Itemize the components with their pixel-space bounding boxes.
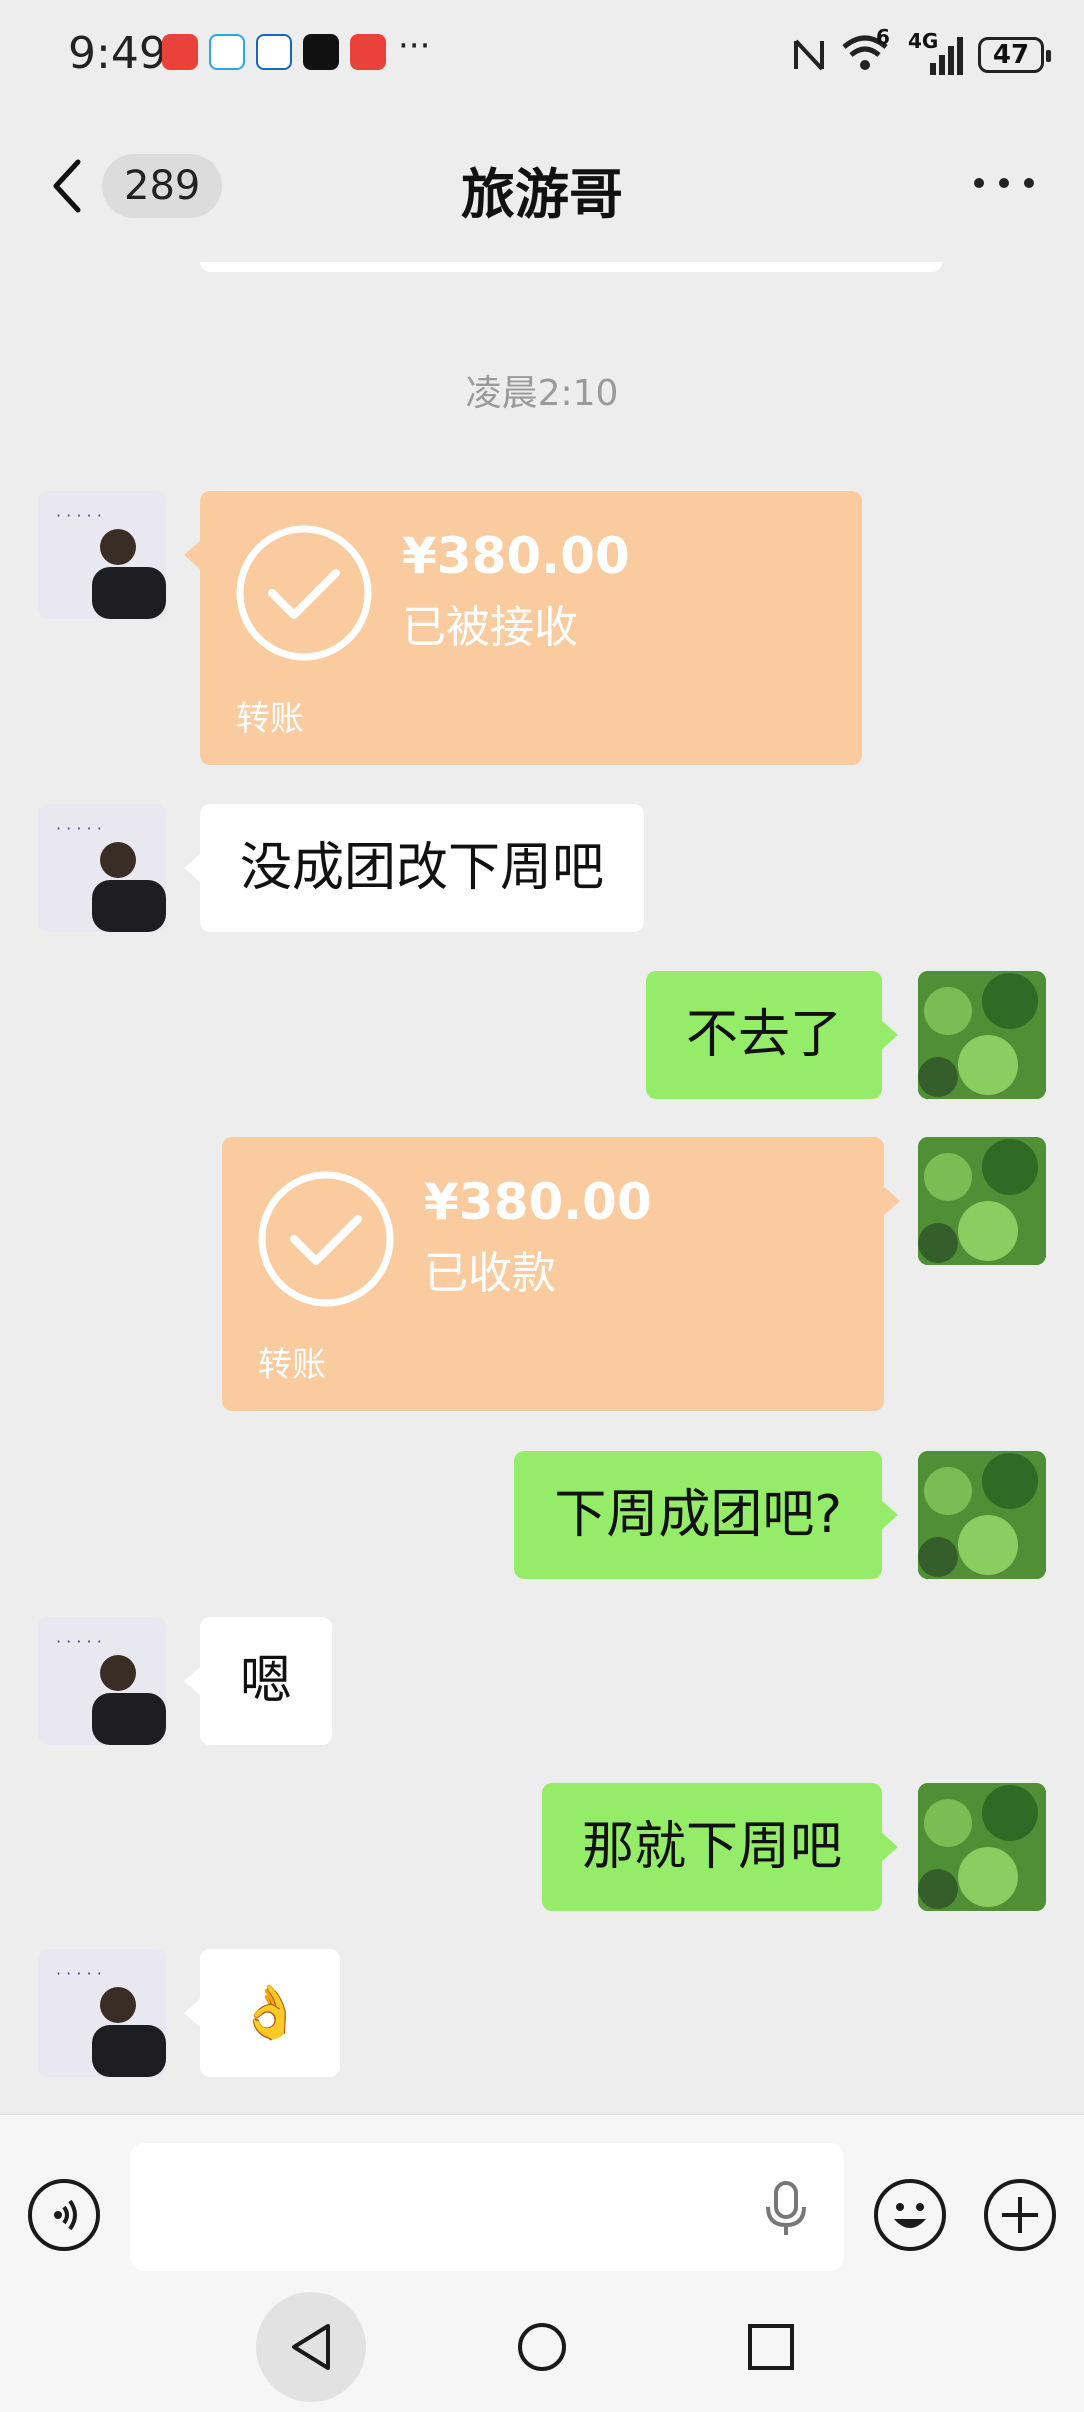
outgoing-message-bubble[interactable]: 那就下周吧: [541, 1783, 899, 1911]
ok-hand-emoji: 👌: [237, 1983, 303, 2043]
browser-notification-icon: [209, 34, 245, 70]
outgoing-message-bubble[interactable]: 下周成团吧?: [514, 1451, 898, 1579]
tiktok-notification-icon: [303, 34, 339, 70]
emoji-icon[interactable]: [874, 2179, 946, 2251]
svg-text:· · · · ·: · · · · ·: [56, 819, 102, 838]
status-time: 9:49: [68, 28, 167, 79]
my-avatar[interactable]: [918, 1137, 1046, 1265]
contact-avatar[interactable]: · · · · ·: [38, 1949, 166, 2077]
cell-signal-icon: 4G: [908, 29, 964, 77]
chat-title: 旅游哥: [461, 163, 623, 226]
transfer-amount: ¥380.00: [424, 1173, 652, 1231]
message-list[interactable]: 凌晨2:10 · · · · · ¥380.00 已被接收 转账 · · · ·…: [0, 262, 1084, 2114]
my-avatar[interactable]: [918, 1783, 1046, 1911]
wifi-icon: 6: [840, 25, 894, 77]
svg-text:· · · · ·: · · · · ·: [56, 1632, 102, 1651]
transfer-card[interactable]: ¥380.00 已被接收 转账: [184, 491, 862, 765]
status-bar: 9:49 ··· 6 4G 47: [0, 0, 1084, 110]
recents-square-icon[interactable]: [716, 2292, 826, 2402]
transfer-status: 已被接收: [402, 602, 578, 653]
message-text-input[interactable]: [130, 2143, 844, 2271]
app-notification-icon-2: [350, 34, 386, 70]
svg-text:· · · · ·: · · · · ·: [56, 506, 102, 525]
nfc-icon: [794, 39, 824, 71]
bank-notification-icon: [256, 34, 292, 70]
voice-mode-icon[interactable]: [28, 2179, 100, 2251]
my-avatar[interactable]: [918, 971, 1046, 1099]
chat-header: 289 旅游哥: [0, 110, 1084, 262]
transfer-amount: ¥380.00: [402, 527, 630, 585]
outgoing-message-bubble[interactable]: 不去了: [645, 971, 899, 1099]
battery-indicator: 47: [978, 37, 1051, 73]
svg-text:· · · · ·: · · · · ·: [56, 1964, 102, 1983]
check-circle-icon: [258, 1171, 394, 1307]
previous-message-bubble: [200, 262, 942, 272]
more-notifications-icon: ···: [398, 26, 431, 66]
incoming-message-bubble[interactable]: 嗯: [183, 1617, 333, 1745]
incoming-emoji-bubble[interactable]: 👌: [184, 1949, 340, 2077]
system-navigation-bar: [0, 2292, 1084, 2412]
transfer-label: 转账: [258, 1345, 326, 1385]
microphone-icon[interactable]: [760, 2179, 812, 2239]
incoming-message-bubble[interactable]: 没成团改下周吧: [183, 804, 645, 932]
more-options-icon[interactable]: [974, 178, 1034, 194]
message-timestamp: 凌晨2:10: [465, 373, 619, 414]
transfer-label: 转账: [236, 699, 304, 739]
my-avatar[interactable]: [918, 1451, 1046, 1579]
plus-icon[interactable]: [984, 2179, 1056, 2251]
message-input-bar: [0, 2114, 1084, 2293]
back-triangle-icon[interactable]: [256, 2292, 366, 2402]
check-circle-icon: [236, 525, 372, 661]
contact-avatar[interactable]: · · · · ·: [38, 804, 166, 932]
contact-avatar[interactable]: · · · · ·: [38, 1617, 166, 1745]
home-circle-icon[interactable]: [487, 2292, 597, 2402]
contact-avatar[interactable]: · · · · ·: [38, 491, 166, 619]
app-notification-icon: [162, 34, 198, 70]
transfer-status: 已收款: [424, 1248, 556, 1299]
transfer-card[interactable]: ¥380.00 已收款 转账: [222, 1137, 900, 1411]
